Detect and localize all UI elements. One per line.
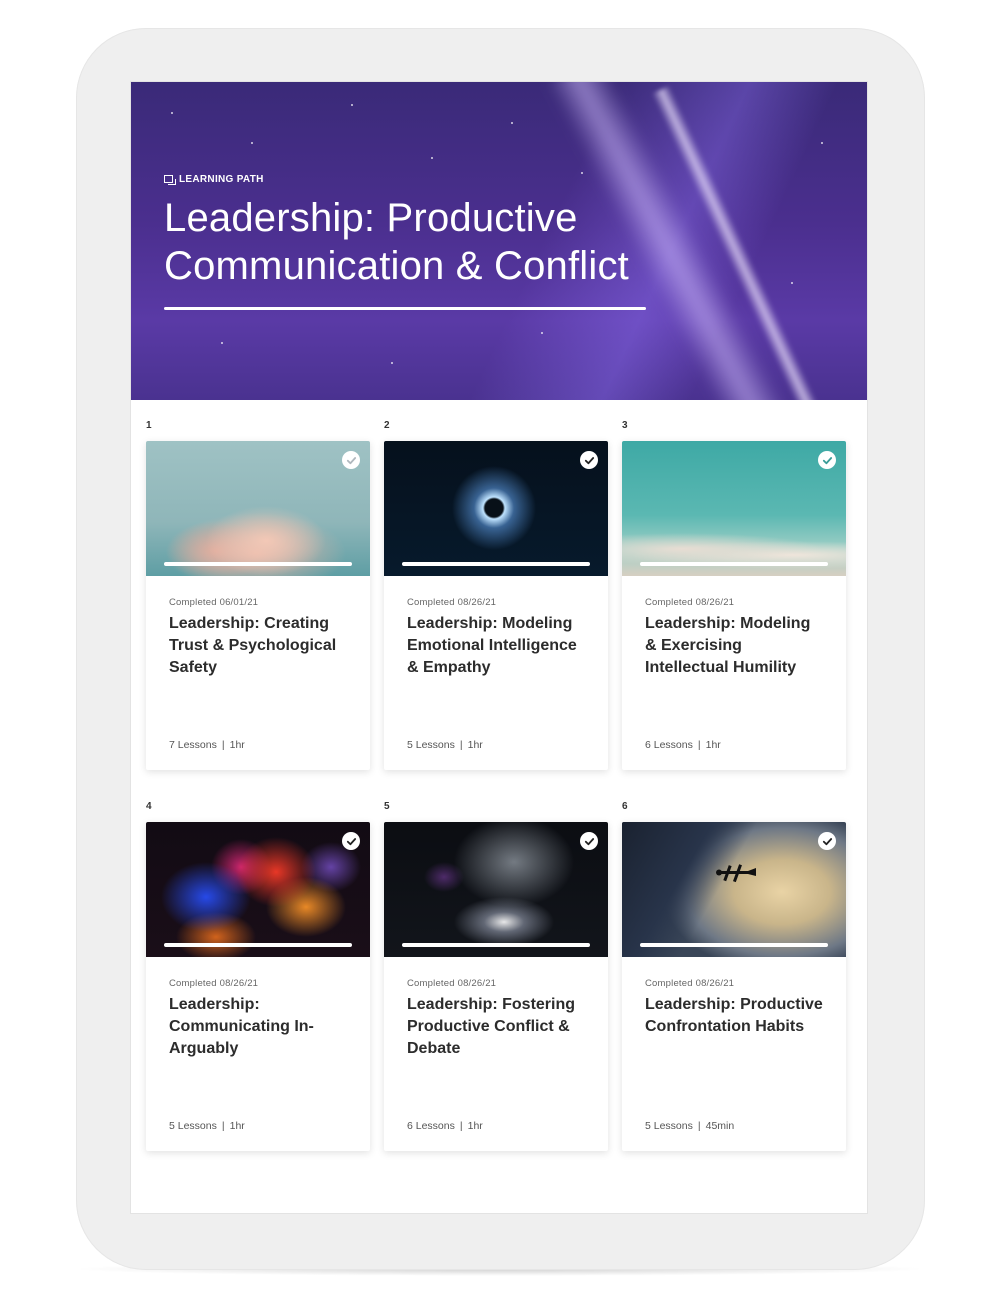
course-number: 5	[384, 801, 390, 812]
star	[431, 157, 433, 159]
completion-date: Completed 08/26/21	[645, 978, 735, 989]
check-circle-icon	[580, 451, 598, 469]
course-number: 6	[622, 801, 628, 812]
course-thumbnail	[622, 822, 846, 957]
meta-separator: |	[697, 739, 701, 751]
course-thumbnail	[384, 822, 608, 957]
page-title: Leadership: Productive Communication & C…	[164, 196, 629, 288]
completion-date: Completed 08/26/21	[407, 978, 497, 989]
course-card[interactable]: Completed 08/26/21 Leadership: Modeling …	[384, 441, 608, 770]
hero-banner: LEARNING PATH Leadership: Productive Com…	[131, 82, 867, 400]
course-meta: 5 Lessons | 1hr	[407, 739, 483, 751]
meta-separator: |	[221, 1120, 225, 1132]
course-number: 1	[146, 420, 152, 431]
completion-date: Completed 08/26/21	[407, 597, 497, 608]
star	[541, 332, 543, 334]
star	[511, 122, 513, 124]
course-progress-bar	[402, 943, 590, 947]
star	[791, 282, 793, 284]
course-thumbnail	[384, 441, 608, 576]
course-progress-bar	[164, 943, 352, 947]
course-number: 4	[146, 801, 152, 812]
lesson-count: 5 Lessons	[645, 1120, 693, 1132]
lesson-count: 5 Lessons	[169, 1120, 217, 1132]
course-duration: 45min	[705, 1120, 735, 1132]
course-card[interactable]: Completed 08/26/21 Leadership: Modeling …	[622, 441, 846, 770]
star	[171, 112, 173, 114]
course-number: 3	[622, 420, 628, 431]
course-thumbnail	[146, 822, 370, 957]
course-meta: 5 Lessons | 45min	[645, 1120, 734, 1132]
course-title[interactable]: Leadership: Modeling & Exercising Intell…	[645, 613, 825, 679]
completion-date: Completed 06/01/21	[169, 597, 259, 608]
course-meta: 6 Lessons | 1hr	[407, 1120, 483, 1132]
check-circle-icon	[580, 832, 598, 850]
learning-path-icon	[164, 174, 176, 185]
course-duration: 1hr	[467, 1120, 483, 1132]
course-title[interactable]: Leadership: Modeling Emotional Intellige…	[407, 613, 587, 679]
meta-separator: |	[459, 1120, 463, 1132]
course-progress-bar	[640, 562, 828, 566]
star	[821, 142, 823, 144]
completion-date: Completed 08/26/21	[645, 597, 735, 608]
lesson-count: 7 Lessons	[169, 739, 217, 751]
biplane-icon	[716, 864, 756, 883]
check-circle-icon	[818, 832, 836, 850]
tablet-screen: LEARNING PATH Leadership: Productive Com…	[131, 82, 867, 1213]
lesson-count: 6 Lessons	[407, 1120, 455, 1132]
check-circle-icon	[342, 832, 360, 850]
course-card[interactable]: Completed 06/01/21 Leadership: Creating …	[146, 441, 370, 770]
course-card[interactable]: Completed 08/26/21 Leadership: Communica…	[146, 822, 370, 1151]
course-card[interactable]: Completed 08/26/21 Leadership: Productiv…	[622, 822, 846, 1151]
check-circle-icon	[342, 451, 360, 469]
course-progress-bar	[402, 562, 590, 566]
meta-separator: |	[459, 739, 463, 751]
course-title[interactable]: Leadership: Fostering Productive Conflic…	[407, 994, 587, 1060]
course-meta: 5 Lessons | 1hr	[169, 1120, 245, 1132]
course-progress-bar	[640, 943, 828, 947]
course-thumbnail	[146, 441, 370, 576]
path-progress-bar	[164, 307, 646, 310]
check-circle-icon	[818, 451, 836, 469]
course-card[interactable]: Completed 08/26/21 Leadership: Fostering…	[384, 822, 608, 1151]
star	[351, 104, 353, 106]
star	[581, 172, 583, 174]
meta-separator: |	[221, 739, 225, 751]
course-duration: 1hr	[467, 739, 483, 751]
course-meta: 6 Lessons | 1hr	[645, 739, 721, 751]
lesson-count: 6 Lessons	[645, 739, 693, 751]
course-title[interactable]: Leadership: Communicating In-Arguably	[169, 994, 349, 1060]
course-duration: 1hr	[229, 739, 245, 751]
learning-path-label: LEARNING PATH	[164, 174, 264, 185]
course-title[interactable]: Leadership: Productive Confrontation Hab…	[645, 994, 825, 1038]
course-progress-bar	[164, 562, 352, 566]
course-meta: 7 Lessons | 1hr	[169, 739, 245, 751]
learning-path-label-text: LEARNING PATH	[179, 174, 264, 185]
course-number: 2	[384, 420, 390, 431]
meta-separator: |	[697, 1120, 701, 1132]
star	[221, 342, 223, 344]
course-duration: 1hr	[229, 1120, 245, 1132]
course-thumbnail	[622, 441, 846, 576]
course-duration: 1hr	[705, 739, 721, 751]
course-title[interactable]: Leadership: Creating Trust & Psychologic…	[169, 613, 349, 679]
completion-date: Completed 08/26/21	[169, 978, 259, 989]
star	[251, 142, 253, 144]
lesson-count: 5 Lessons	[407, 739, 455, 751]
star	[391, 362, 393, 364]
